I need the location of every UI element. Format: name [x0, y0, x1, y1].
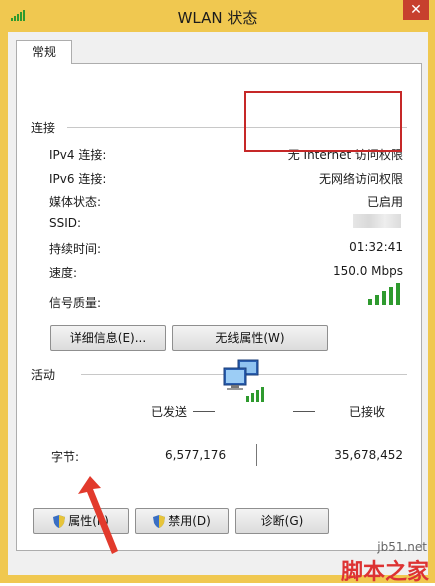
watermark-site: jb51.net: [377, 540, 427, 554]
properties-button[interactable]: 属性(P): [33, 508, 129, 534]
ssid-label: SSID:: [49, 216, 82, 230]
ipv6-value: 无网络访问权限: [318, 172, 403, 186]
sent-line: [193, 411, 215, 412]
wlan-status-window: WLAN 状态 ✕ 常规 连接 IPv4 连接: 无 Internet 访问权限…: [0, 0, 435, 585]
media-state-label: 媒体状态:: [49, 195, 102, 209]
watermark-name: 脚本之家: [340, 559, 429, 585]
speed-value: 150.0 Mbps: [332, 264, 403, 278]
bytes-sent-value: 6,577,176: [165, 448, 227, 462]
bytes-label: 字节:: [51, 450, 80, 464]
window-body: 常规 连接 IPv4 连接: 无 Internet 访问权限 IPv6 连接: …: [8, 32, 428, 575]
speed-label: 速度:: [49, 266, 78, 280]
disable-label: 禁用(D): [168, 514, 211, 528]
duration-label: 持续时间:: [49, 242, 102, 256]
uac-shield-icon: [53, 515, 66, 528]
ssid-value-blurred: [353, 214, 401, 228]
diagnose-button[interactable]: 诊断(G): [235, 508, 329, 534]
connection-group-line: [67, 127, 407, 128]
properties-label: 属性(P): [68, 514, 109, 528]
duration-value: 01:32:41: [349, 240, 403, 254]
bytes-received-value: 35,678,452: [334, 448, 403, 462]
title-bar[interactable]: WLAN 状态 ✕: [0, 0, 435, 32]
sent-label: 已发送: [151, 405, 188, 419]
uac-shield-icon: [153, 515, 166, 528]
network-computers-icon: [223, 359, 264, 402]
window-title: WLAN 状态: [177, 9, 258, 27]
tab-general[interactable]: 常规: [16, 40, 72, 64]
received-line: [293, 411, 315, 412]
ipv6-label: IPv6 连接:: [49, 172, 107, 186]
ipv4-value: 无 Internet 访问权限: [287, 148, 403, 162]
disable-button[interactable]: 禁用(D): [135, 508, 229, 534]
close-icon: ✕: [410, 2, 422, 18]
wireless-properties-button[interactable]: 无线属性(W): [172, 325, 328, 351]
signal-strength-icon: [368, 283, 400, 305]
received-label: 已接收: [349, 405, 386, 419]
bytes-divider: [256, 444, 257, 466]
connection-group-title: 连接: [31, 119, 62, 136]
signal-quality-label: 信号质量:: [49, 296, 102, 310]
ipv4-label: IPv4 连接:: [49, 148, 107, 162]
close-button[interactable]: ✕: [403, 0, 429, 20]
details-button[interactable]: 详细信息(E)...: [50, 325, 166, 351]
media-state-value: 已启用: [366, 195, 403, 209]
general-panel: 连接 IPv4 连接: 无 Internet 访问权限 IPv6 连接: 无网络…: [16, 63, 422, 551]
activity-group-title: 活动: [31, 366, 62, 383]
